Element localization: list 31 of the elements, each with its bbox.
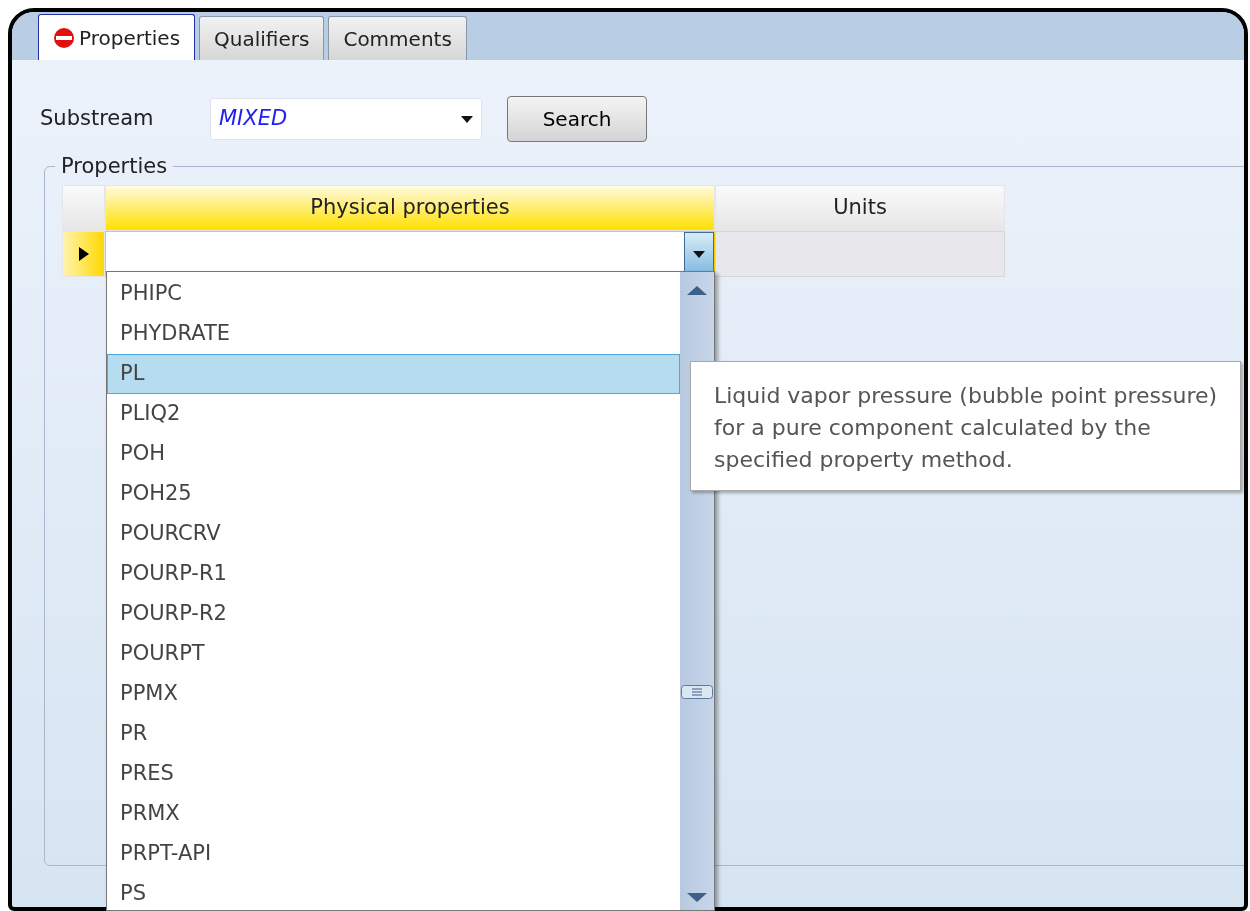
tab[interactable]: Comments xyxy=(328,16,467,60)
scroll-thumb[interactable] xyxy=(681,685,713,699)
caret-icon xyxy=(693,250,705,258)
list-item[interactable]: PLIQ2 xyxy=(107,394,680,434)
list-item[interactable]: PL xyxy=(107,354,680,394)
list-item[interactable]: POURP-R2 xyxy=(107,594,680,634)
scroll-down-icon[interactable] xyxy=(687,893,707,902)
scroll-up-icon[interactable] xyxy=(687,286,707,295)
list-item[interactable]: PR xyxy=(107,714,680,754)
list-item[interactable]: PHIPC xyxy=(107,274,680,314)
substream-label: Substream xyxy=(40,105,155,133)
dropdown-arrow-icon xyxy=(461,115,473,123)
column-header: Units xyxy=(715,185,1005,231)
list-item[interactable]: PS xyxy=(107,874,680,911)
list-item[interactable]: PRES xyxy=(107,754,680,794)
list-item[interactable]: POH25 xyxy=(107,474,680,514)
search-button[interactable]: Search xyxy=(507,96,647,142)
list-item[interactable]: POURCRV xyxy=(107,514,680,554)
tab[interactable]: Properties xyxy=(38,14,196,60)
list-item[interactable]: PPMX xyxy=(107,674,680,714)
list-item[interactable]: POURP-R1 xyxy=(107,554,680,594)
list-item[interactable]: PRMX xyxy=(107,794,680,834)
column-header: Physical properties xyxy=(105,185,715,231)
tab[interactable]: Qualifiers xyxy=(199,16,325,60)
list-item[interactable]: POH xyxy=(107,434,680,474)
list-item[interactable]: PHYDRATE xyxy=(107,314,680,354)
list-item[interactable]: PRPT-API xyxy=(107,834,680,874)
list-item[interactable]: POURPT xyxy=(107,634,680,674)
current-row-icon xyxy=(78,247,89,261)
substream-dropdown[interactable]: MIXED xyxy=(210,98,482,140)
tooltip: Liquid vapor pressure (bubble point pressure) for a pure component calculated by the specified property method. xyxy=(690,361,1241,491)
